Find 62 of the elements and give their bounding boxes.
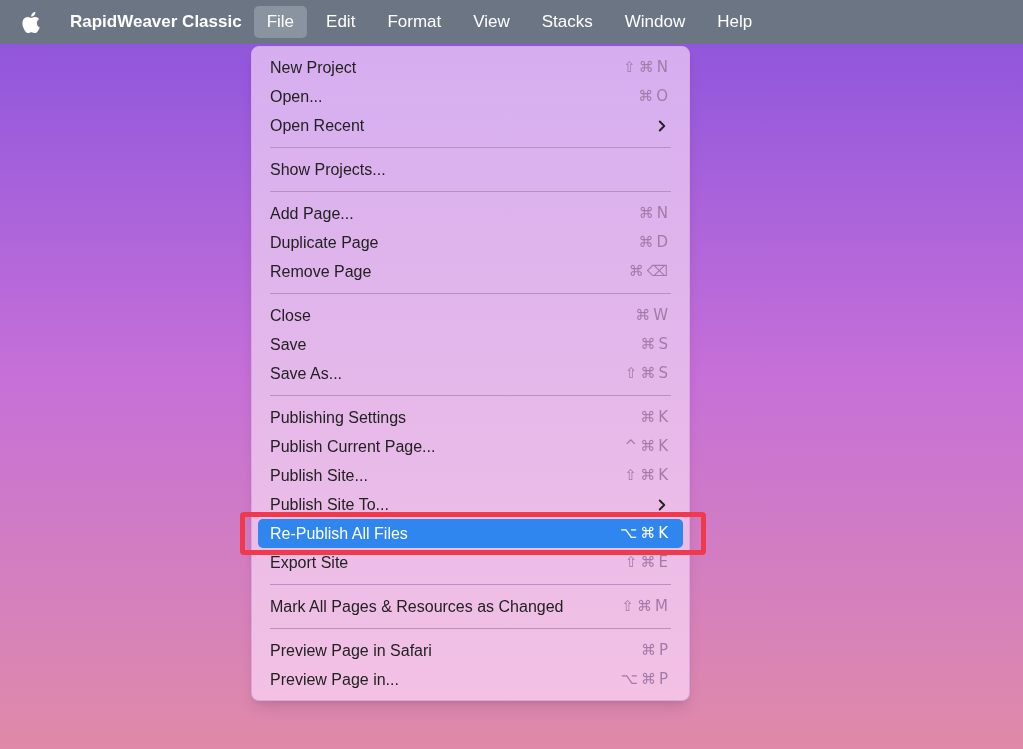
menu-item[interactable]: Preview Page in... ⌥⌘P (258, 665, 683, 694)
menu-item[interactable]: Show Projects... (258, 155, 683, 184)
keyboard-shortcut: ⇧⌘K (624, 465, 671, 487)
menu-item[interactable]: Save ⌘S (258, 330, 683, 359)
keyboard-shortcut: ⌥⌘P (620, 669, 671, 691)
menu-bar-item[interactable]: Help (704, 6, 766, 38)
menu-item-label: Publishing Settings (270, 407, 407, 428)
menu-item-label: Mark All Pages & Resources as Changed (270, 596, 564, 617)
menu-item[interactable]: Save As... ⇧⌘S (258, 359, 683, 388)
keyboard-shortcut: ⇧⌘E (624, 552, 671, 574)
menu-item[interactable]: Close ⌘W (258, 301, 683, 330)
menu-item-label: Open Recent (270, 115, 365, 136)
menu-item-label: Duplicate Page (270, 232, 379, 253)
menu-item-label: Publish Site To... (270, 494, 389, 515)
menu-item[interactable]: Mark All Pages & Resources as Changed ⇧⌘M (258, 592, 683, 621)
menu-item-label: Remove Page (270, 261, 372, 282)
keyboard-shortcut: ⇧⌘M (621, 596, 671, 618)
keyboard-shortcut: ⇧⌘N (623, 57, 671, 79)
menu-item[interactable]: New Project ⇧⌘N (258, 53, 683, 82)
menu-bar-item[interactable]: View (460, 6, 523, 38)
keyboard-shortcut: ⌘N (638, 203, 671, 225)
menu-item[interactable]: Preview Page in Safari ⌘P (258, 636, 683, 665)
keyboard-shortcut: ⌘S (640, 334, 671, 356)
menu-item-label: Save As... (270, 363, 343, 384)
menu-item[interactable]: Remove Page ⌘⌫ (258, 257, 683, 286)
menu-bar-item[interactable]: Edit (313, 6, 369, 38)
menu-item[interactable]: Duplicate Page ⌘D (258, 228, 683, 257)
menu-item[interactable]: Publish Site To... (258, 490, 683, 519)
menu-item-label: Publish Site... (270, 465, 368, 486)
menu-item-label: New Project (270, 57, 357, 78)
menu-item[interactable]: Publish Current Page... ^⌘K (258, 432, 683, 461)
menu-bar-item[interactable]: Format (374, 6, 455, 38)
menu-item-label: Show Projects... (270, 159, 386, 180)
keyboard-shortcut: ⌘D (638, 232, 671, 254)
keyboard-shortcut: ^⌘K (624, 436, 671, 458)
menu-item-label: Re-Publish All Files (270, 523, 408, 544)
menu-bar-item[interactable]: Window (611, 6, 699, 38)
menu-item-label: Export Site (270, 552, 349, 573)
keyboard-shortcut: ⌘O (638, 86, 671, 108)
menu-item[interactable]: Publishing Settings ⌘K (258, 403, 683, 432)
menu-item-label: Add Page... (270, 203, 354, 224)
menu-item-label: Preview Page in... (270, 669, 399, 690)
menu-bar-item[interactable]: Stacks (528, 6, 606, 38)
keyboard-shortcut: ⌘P (640, 640, 671, 662)
keyboard-shortcut: ⌘W (635, 305, 671, 327)
menu-item[interactable]: Open Recent (258, 111, 683, 140)
menu-item-label: Preview Page in Safari (270, 640, 432, 661)
menu-item[interactable]: Re-Publish All Files ⌥⌘K (258, 519, 683, 548)
menu-item-label: Publish Current Page... (270, 436, 436, 457)
menu-item-label: Close (270, 305, 311, 326)
menu-item[interactable]: Add Page... ⌘N (258, 199, 683, 228)
keyboard-shortcut: ⌥⌘K (619, 523, 671, 545)
menu-item[interactable]: Open... ⌘O (258, 82, 683, 111)
keyboard-shortcut: ⌘⌫ (628, 261, 671, 283)
menu-item-label: Save (270, 334, 307, 355)
app-name[interactable]: RapidWeaver Classic (70, 9, 242, 35)
apple-logo-icon[interactable] (22, 11, 40, 33)
menu-item[interactable]: Publish Site... ⇧⌘K (258, 461, 683, 490)
keyboard-shortcut: ⇧⌘S (624, 363, 671, 385)
menu-item-label: Open... (270, 86, 323, 107)
menu-item[interactable]: Export Site ⇧⌘E (258, 548, 683, 577)
keyboard-shortcut: ⌘K (640, 407, 671, 429)
